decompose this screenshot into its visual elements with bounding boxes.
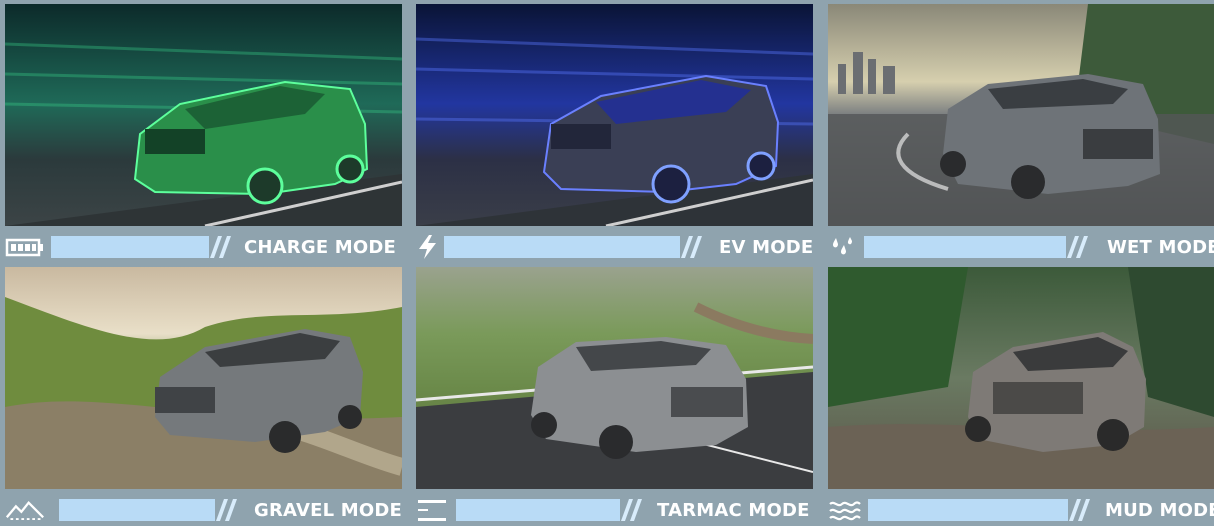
mode-tile-tarmac[interactable]: TARMAC MODE	[416, 267, 813, 525]
gravel-mode-photo	[5, 267, 402, 489]
charge-mode-bar: CHARGE MODE	[5, 232, 402, 262]
tarmac-mode-bar: TARMAC MODE	[416, 495, 813, 525]
ev-mode-bar: EV MODE	[416, 232, 813, 262]
divider-slashes	[212, 236, 234, 258]
tarmac-mode-photo	[416, 267, 813, 489]
divider-slashes	[623, 499, 645, 521]
mode-level-track	[59, 499, 215, 521]
divider-slashes	[1069, 236, 1091, 258]
mode-level-track	[51, 236, 209, 258]
waves-icon	[828, 497, 868, 523]
mode-tile-wet[interactable]: WET MODE	[828, 4, 1214, 262]
wet-mode-bar: WET MODE	[828, 232, 1214, 262]
drive-modes-grid: CHARGE MODE EV MODE WET MODE GRAVEL MODE…	[0, 0, 1214, 526]
divider-slashes	[218, 499, 240, 521]
charge-mode-photo	[5, 4, 402, 226]
ev-mode-photo	[416, 4, 813, 226]
mode-level-track	[868, 499, 1068, 521]
mode-label: TARMAC MODE	[657, 499, 810, 521]
mode-label: GRAVEL MODE	[254, 499, 402, 521]
mode-level-track	[444, 236, 680, 258]
battery-icon	[5, 234, 45, 260]
mode-tile-gravel[interactable]: GRAVEL MODE	[5, 267, 402, 525]
mode-label: MUD MODE	[1105, 499, 1214, 521]
mode-tile-ev[interactable]: EV MODE	[416, 4, 813, 262]
mud-mode-photo	[828, 267, 1214, 489]
divider-slashes	[683, 236, 705, 258]
mode-level-track	[864, 236, 1066, 258]
mountain-icon	[5, 497, 45, 523]
mode-label: CHARGE MODE	[244, 236, 397, 258]
wet-mode-photo	[828, 4, 1214, 226]
mud-mode-bar: MUD MODE	[828, 495, 1214, 525]
gravel-mode-bar: GRAVEL MODE	[5, 495, 402, 525]
water-drops-icon	[828, 234, 868, 260]
mode-label: EV MODE	[719, 236, 814, 258]
mode-tile-mud[interactable]: MUD MODE	[828, 267, 1214, 525]
mode-label: WET MODE	[1107, 236, 1214, 258]
road-lines-icon	[416, 497, 456, 523]
mode-level-track	[456, 499, 620, 521]
mode-tile-charge[interactable]: CHARGE MODE	[5, 4, 402, 262]
divider-slashes	[1071, 499, 1093, 521]
